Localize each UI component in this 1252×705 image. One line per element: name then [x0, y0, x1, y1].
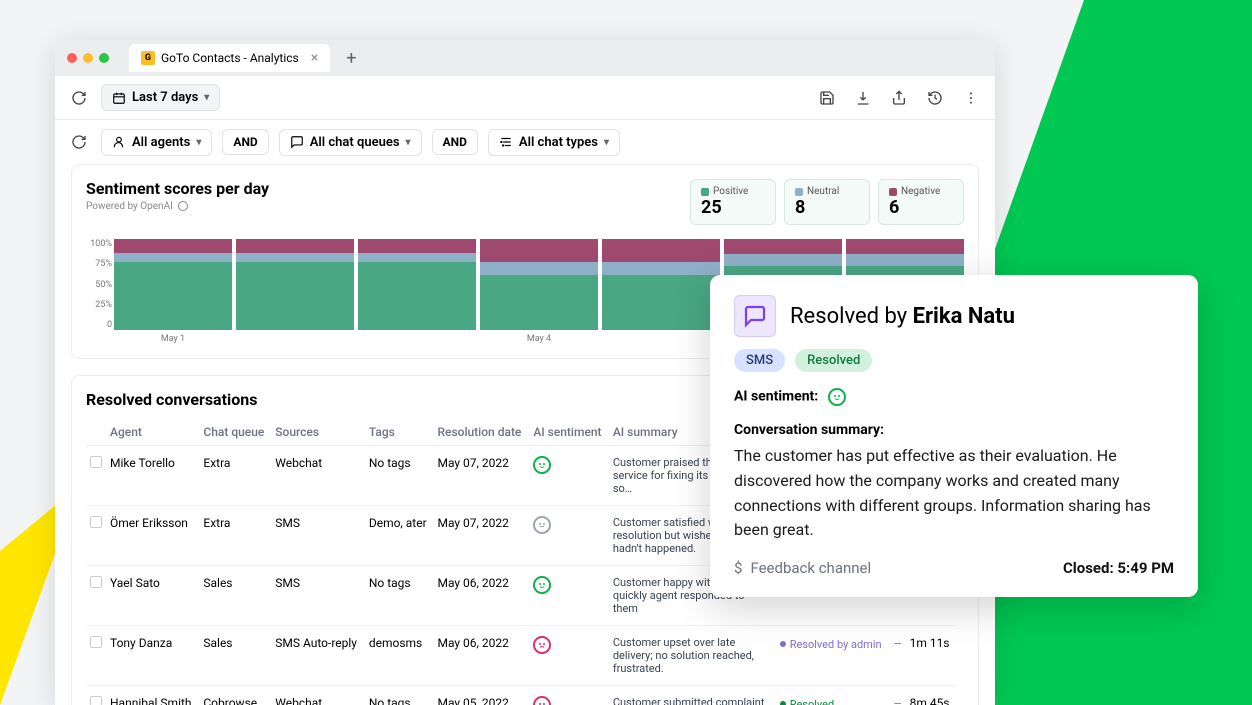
tab-title: GoTo Contacts - Analytics — [161, 51, 299, 65]
table-row[interactable]: Tony DanzaSalesSMS Auto-replydemosmsMay … — [86, 626, 964, 686]
popup-title: Resolved by Erika Natu — [790, 304, 1015, 329]
metric-positive: Positive 25 — [690, 179, 776, 225]
chevron-down-icon: ▾ — [604, 137, 609, 148]
chat-bubble-icon — [734, 295, 776, 337]
row-checkbox[interactable] — [90, 636, 102, 648]
status-badge: Resolved by admin — [780, 638, 882, 651]
date-range-picker[interactable]: Last 7 days ▾ — [101, 84, 220, 111]
queues-filter-label: All chat queues — [310, 135, 400, 150]
chart-bar — [358, 239, 476, 330]
row-checkbox[interactable] — [90, 516, 102, 528]
row-checkbox[interactable] — [90, 696, 102, 705]
share-icon[interactable] — [887, 86, 911, 110]
new-tab-button[interactable]: + — [338, 48, 364, 69]
browser-tab[interactable]: G GoTo Contacts - Analytics × — [129, 44, 330, 72]
chevron-down-icon: ▾ — [196, 137, 201, 148]
date-range-label: Last 7 days — [132, 90, 198, 105]
chat-icon — [290, 135, 304, 149]
queues-filter[interactable]: All chat queues ▾ — [279, 129, 422, 156]
chevron-down-icon: ▾ — [406, 137, 411, 148]
chart-bar — [480, 239, 598, 330]
agent-icon — [112, 135, 126, 149]
summary-section: Conversation summary: The customer has p… — [734, 422, 1174, 543]
metric-negative: Negative 6 — [878, 179, 964, 225]
table-row[interactable]: Hannibal SmithCobrowseWebchatNo tagsMay … — [86, 686, 964, 705]
chart-bar — [114, 239, 232, 330]
sentiment-icon — [533, 576, 551, 594]
agents-filter-label: All agents — [132, 135, 190, 150]
maximize-window-icon[interactable] — [99, 53, 109, 63]
and-operator: AND — [432, 129, 478, 155]
openai-icon — [177, 200, 189, 212]
save-icon[interactable] — [815, 86, 839, 110]
channel-badge: SMS — [734, 349, 785, 372]
conversation-detail-popup: Resolved by Erika Natu SMS Resolved AI s… — [710, 275, 1198, 597]
chart-bar — [602, 239, 720, 330]
column-header[interactable]: Resolution date — [433, 419, 529, 446]
column-header[interactable]: Tags — [365, 419, 434, 446]
chart-title: Sentiment scores per day — [86, 179, 269, 198]
row-checkbox[interactable] — [90, 456, 102, 468]
status-badge: Resolved — [795, 349, 872, 372]
sentiment-icon — [533, 456, 551, 474]
types-filter[interactable]: All chat types ▾ — [488, 129, 620, 156]
settings-icon — [499, 135, 513, 149]
types-filter-label: All chat types — [519, 135, 598, 150]
feedback-channel-label: Feedback channel — [750, 559, 871, 577]
smile-icon — [828, 388, 846, 406]
sentiment-icon — [533, 636, 551, 654]
summary-text: The customer has put effective as their … — [734, 444, 1174, 543]
sentiment-icon — [533, 696, 551, 705]
dollar-icon: $ — [734, 559, 742, 577]
main-toolbar: Last 7 days ▾ — [55, 76, 995, 120]
ai-sentiment-row: AI sentiment: — [734, 388, 1174, 406]
status-badge: Resolved — [780, 698, 835, 705]
filter-bar: All agents ▾ AND All chat queues ▾ AND A… — [55, 120, 995, 164]
window-controls — [67, 53, 109, 63]
closed-time: Closed: 5:49 PM — [1063, 559, 1174, 577]
refresh-filters-icon[interactable] — [67, 130, 91, 154]
history-icon[interactable] — [923, 86, 947, 110]
sentiment-icon — [533, 516, 551, 534]
powered-by-label: Powered by OpenAI — [86, 200, 269, 212]
more-menu-icon[interactable] — [959, 86, 983, 110]
app-favicon-icon: G — [141, 51, 155, 65]
calendar-icon — [112, 91, 126, 105]
agents-filter[interactable]: All agents ▾ — [101, 129, 212, 156]
metric-neutral: Neutral 8 — [784, 179, 870, 225]
column-header[interactable]: Agent — [106, 419, 199, 446]
column-header[interactable]: Chat queue — [199, 419, 271, 446]
row-checkbox[interactable] — [90, 576, 102, 588]
close-window-icon[interactable] — [67, 53, 77, 63]
close-tab-icon[interactable]: × — [311, 50, 318, 66]
and-operator: AND — [222, 129, 268, 155]
column-header[interactable]: Sources — [271, 419, 365, 446]
browser-tabbar: G GoTo Contacts - Analytics × + — [55, 40, 995, 76]
minimize-window-icon[interactable] — [83, 53, 93, 63]
chart-bar — [236, 239, 354, 330]
refresh-icon[interactable] — [67, 86, 91, 110]
column-header[interactable]: AI sentiment — [529, 419, 609, 446]
download-icon[interactable] — [851, 86, 875, 110]
chevron-down-icon: ▾ — [204, 92, 209, 103]
